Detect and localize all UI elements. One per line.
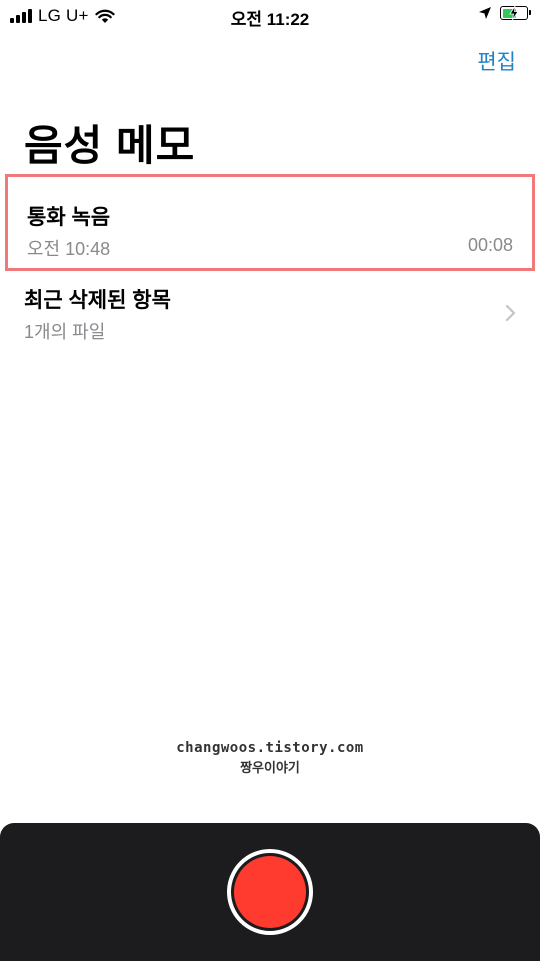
watermark: changwoos.tistory.com 짱우이야기 (0, 740, 540, 776)
location-arrow-icon (479, 7, 491, 19)
battery-charging-icon (500, 6, 531, 20)
watermark-url: changwoos.tistory.com (176, 740, 364, 756)
status-bar: LG U+ 오전 11:22 (0, 0, 540, 32)
recently-deleted-title: 최근 삭제된 항목 (24, 289, 171, 312)
status-right (478, 6, 531, 20)
record-icon (234, 856, 306, 928)
record-panel (0, 823, 540, 961)
memo-date: 오전 10:48 (27, 239, 111, 259)
bolt-icon (509, 6, 519, 20)
memo-duration: 00:08 (467, 235, 513, 255)
voice-memos-screen: LG U+ 오전 11:22 편집 음성 메모 통화 녹음 오전 10:48 0… (0, 0, 540, 961)
memo-item[interactable]: 통화 녹음 오전 10:48 00:08 (5, 174, 535, 271)
record-button[interactable] (227, 849, 313, 935)
edit-button[interactable]: 편집 (477, 46, 516, 76)
page-title: 음성 메모 (24, 122, 196, 169)
memo-title: 통화 녹음 (27, 206, 111, 229)
watermark-name: 짱우이야기 (240, 760, 300, 775)
recently-deleted-item[interactable]: 최근 삭제된 항목 1개의 파일 (0, 272, 540, 352)
memo-list: 통화 녹음 오전 10:48 00:08 최근 삭제된 항목 1개의 파일 (0, 174, 540, 342)
chevron-right-icon (505, 304, 516, 322)
recently-deleted-count: 1개의 파일 (24, 322, 106, 342)
battery-tip (529, 10, 531, 15)
status-time: 오전 11:22 (230, 10, 310, 29)
